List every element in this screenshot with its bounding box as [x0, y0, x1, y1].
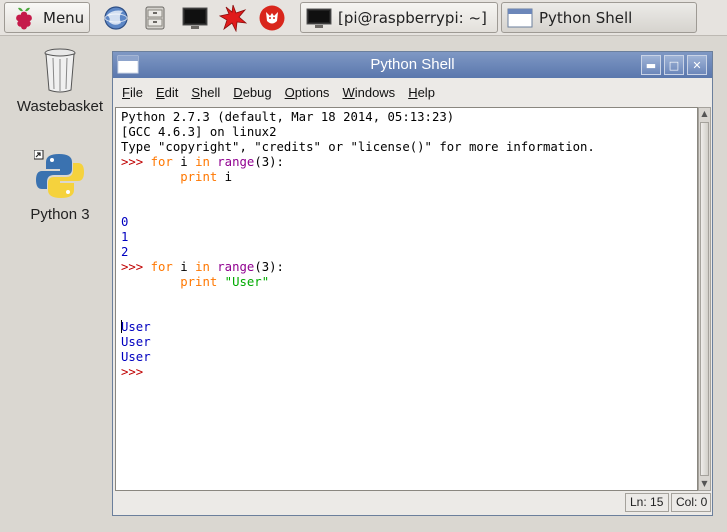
minimize-icon: ▬ [645, 58, 657, 72]
menu-shell[interactable]: Shell [191, 85, 220, 100]
output-line: 0 [121, 215, 129, 229]
line-indicator: Ln: 15 [625, 493, 669, 512]
scrollbar-thumb[interactable] [700, 122, 709, 476]
file-manager-launcher[interactable] [140, 3, 170, 33]
column-indicator: Col: 0 [671, 493, 711, 512]
trash-icon [44, 48, 76, 93]
vertical-scrollbar[interactable]: ▲ ▼ [698, 107, 711, 491]
menu-options[interactable]: Options [285, 85, 330, 100]
output-line: 1 [121, 230, 129, 244]
keyword: for [150, 260, 173, 274]
code-text: i [172, 260, 196, 274]
code-text: i [217, 170, 233, 184]
wolfram-icon [259, 5, 285, 31]
terminal-icon [306, 8, 332, 28]
close-icon: ✕ [692, 58, 702, 72]
menu-debug[interactable]: Debug [233, 85, 271, 100]
menu-label: Menu [43, 8, 85, 27]
prompt: >>> [121, 365, 144, 379]
window-titlebar[interactable]: Python Shell ▬ □ ✕ [113, 52, 712, 78]
raspberry-icon [16, 7, 32, 29]
window-title: Python Shell [370, 56, 455, 73]
keyword: print [180, 275, 218, 289]
output-line: ser [128, 320, 151, 334]
web-browser-launcher[interactable] [101, 3, 131, 33]
terminal-icon [182, 7, 208, 29]
banner-line: Python 2.7.3 (default, Mar 18 2014, 05:1… [121, 110, 455, 124]
taskbar-item-terminal-label: [pi@raspberrypi: ~] [338, 8, 487, 27]
burst-launcher[interactable] [218, 3, 248, 33]
desktop-icon-wastebasket[interactable]: Wastebasket [10, 46, 110, 115]
terminal-launcher[interactable] [180, 3, 210, 33]
keyword: in [195, 260, 210, 274]
burst-icon [219, 4, 247, 32]
code-text: i [172, 155, 196, 169]
scroll-up-icon[interactable]: ▲ [699, 108, 710, 120]
menu-bar: File Edit Shell Debug Options Windows He… [113, 79, 712, 105]
maximize-button[interactable]: □ [664, 55, 684, 75]
menu-button[interactable]: Menu [4, 2, 90, 33]
keyword: print [180, 170, 218, 184]
output-line: User [121, 335, 151, 349]
builtin: range [217, 260, 255, 274]
python-icon [33, 149, 84, 198]
scroll-down-icon[interactable]: ▼ [699, 478, 710, 490]
code-text: (3): [254, 260, 284, 274]
prompt: >>> [121, 260, 151, 274]
maximize-icon: □ [668, 58, 680, 72]
desktop-icon-label: Wastebasket [16, 98, 104, 115]
code-text: (3): [254, 155, 284, 169]
close-button[interactable]: ✕ [687, 55, 707, 75]
menu-file[interactable]: File [122, 85, 143, 100]
desktop-icon-label: Python 3 [30, 206, 90, 223]
keyword: in [195, 155, 210, 169]
taskbar-item-python-shell-label: Python Shell [539, 8, 633, 27]
banner-line: [GCC 4.6.3] on linux2 [121, 125, 277, 139]
output-line: User [121, 350, 151, 364]
minimize-button[interactable]: ▬ [641, 55, 661, 75]
file-manager-icon [145, 6, 165, 30]
python-shell-window: Python Shell ▬ □ ✕ File Edit Shell Debug… [112, 51, 713, 516]
builtin: range [217, 155, 255, 169]
prompt: >>> [121, 155, 151, 169]
output-line: 2 [121, 245, 129, 259]
string-literal: "User" [224, 275, 270, 289]
globe-icon [104, 6, 128, 30]
menu-edit[interactable]: Edit [156, 85, 178, 100]
taskbar-item-python-shell[interactable]: Python Shell [501, 2, 697, 33]
desktop-icon-python3[interactable]: Python 3 [10, 149, 110, 223]
taskbar: Menu [pi@raspberrypi: ~] Python Shell [0, 0, 727, 36]
keyword: for [150, 155, 173, 169]
menu-help[interactable]: Help [408, 85, 435, 100]
shell-output: Python 2.7.3 (default, Mar 18 2014, 05:1… [121, 110, 595, 380]
taskbar-item-terminal[interactable]: [pi@raspberrypi: ~] [300, 2, 498, 33]
banner-line: Type "copyright", "credits" or "license(… [121, 140, 595, 154]
window-icon [507, 8, 533, 27]
wolfram-launcher[interactable] [257, 3, 287, 33]
menu-windows[interactable]: Windows [342, 85, 395, 100]
shell-text-area[interactable]: Python 2.7.3 (default, Mar 18 2014, 05:1… [115, 107, 698, 491]
status-bar: Ln: 15 Col: 0 [115, 492, 711, 514]
